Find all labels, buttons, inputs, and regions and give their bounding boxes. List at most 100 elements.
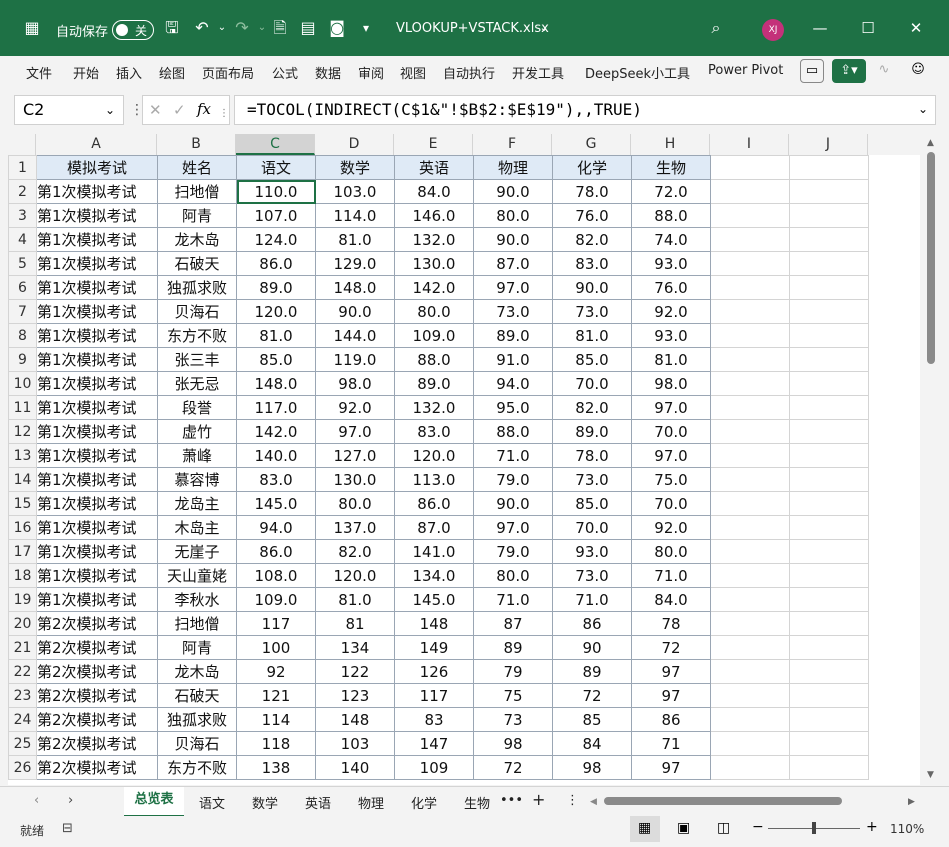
data-cell[interactable]: 第2次模拟考试 xyxy=(36,731,158,756)
data-cell[interactable]: 81.0 xyxy=(552,323,632,348)
data-cell[interactable]: 龙木岛 xyxy=(157,227,237,252)
scroll-down-icon[interactable]: ▼ xyxy=(927,770,934,780)
data-cell[interactable]: 89 xyxy=(473,635,553,660)
row-header[interactable]: 9 xyxy=(8,347,37,372)
data-cell[interactable]: 扫地僧 xyxy=(157,611,237,636)
data-cell[interactable]: 109 xyxy=(394,755,474,780)
empty-cell[interactable] xyxy=(710,539,790,564)
undo-dropdown-icon[interactable]: ⌄ xyxy=(212,18,232,38)
name-box-chevron-icon[interactable]: ⌄ xyxy=(105,96,115,124)
data-cell[interactable]: 第1次模拟考试 xyxy=(36,539,158,564)
data-cell[interactable]: 98.0 xyxy=(315,371,395,396)
data-cell[interactable]: 76.0 xyxy=(631,275,711,300)
insert-function-button[interactable]: fx xyxy=(197,100,211,118)
data-cell[interactable]: 90.0 xyxy=(552,275,632,300)
data-cell[interactable]: 第1次模拟考试 xyxy=(36,371,158,396)
data-cell[interactable]: 第1次模拟考试 xyxy=(36,491,158,516)
data-cell[interactable]: 第1次模拟考试 xyxy=(36,323,158,348)
data-cell[interactable]: 97.0 xyxy=(315,419,395,444)
data-cell[interactable]: 扫地僧 xyxy=(157,179,237,204)
empty-cell[interactable] xyxy=(789,491,869,516)
empty-cell[interactable] xyxy=(789,299,869,324)
data-cell[interactable]: 84.0 xyxy=(394,179,474,204)
data-cell[interactable]: 79.0 xyxy=(473,467,553,492)
data-cell[interactable]: 第1次模拟考试 xyxy=(36,419,158,444)
data-cell[interactable]: 92.0 xyxy=(631,299,711,324)
menu-file[interactable]: 文件 xyxy=(26,63,52,82)
data-cell[interactable]: 114 xyxy=(236,707,316,732)
zoom-slider-thumb[interactable] xyxy=(812,822,816,834)
cancel-icon[interactable]: ✕ xyxy=(149,101,162,119)
data-cell[interactable]: 117.0 xyxy=(236,395,316,420)
data-cell[interactable]: 108.0 xyxy=(236,563,316,588)
data-cell[interactable]: 第1次模拟考试 xyxy=(36,275,158,300)
data-cell[interactable]: 83.0 xyxy=(236,467,316,492)
header-cell[interactable]: 姓名 xyxy=(157,155,237,180)
menu-draw[interactable]: 绘图 xyxy=(159,63,185,82)
data-cell[interactable]: 89 xyxy=(552,659,632,684)
empty-cell[interactable] xyxy=(710,467,790,492)
data-cell[interactable]: 第1次模拟考试 xyxy=(36,203,158,228)
data-cell[interactable]: 145.0 xyxy=(394,587,474,612)
column-header-i[interactable]: I xyxy=(710,134,789,155)
data-cell[interactable]: 98 xyxy=(552,755,632,780)
data-cell[interactable]: 80.0 xyxy=(473,203,553,228)
empty-cell[interactable] xyxy=(789,179,869,204)
sheet-tab-english[interactable]: 英语 xyxy=(305,793,331,812)
data-cell[interactable]: 79 xyxy=(473,659,553,684)
row-header[interactable]: 8 xyxy=(8,323,37,348)
data-cell[interactable]: 97.0 xyxy=(631,443,711,468)
empty-cell[interactable] xyxy=(710,491,790,516)
empty-cell[interactable] xyxy=(789,515,869,540)
data-cell[interactable]: 110.0 xyxy=(236,179,316,204)
empty-cell[interactable] xyxy=(710,683,790,708)
row-header[interactable]: 24 xyxy=(8,707,37,732)
data-cell[interactable]: 无崖子 xyxy=(157,539,237,564)
empty-cell[interactable] xyxy=(710,395,790,420)
empty-cell[interactable] xyxy=(710,275,790,300)
empty-cell[interactable] xyxy=(789,587,869,612)
data-cell[interactable]: 83 xyxy=(394,707,474,732)
data-cell[interactable]: 虚竹 xyxy=(157,419,237,444)
data-cell[interactable]: 82.0 xyxy=(552,227,632,252)
menu-developer[interactable]: 开发工具 xyxy=(512,63,564,82)
data-cell[interactable]: 86.0 xyxy=(236,251,316,276)
column-header-g[interactable]: G xyxy=(552,134,631,155)
data-cell[interactable]: 88.0 xyxy=(394,347,474,372)
data-cell[interactable]: 70.0 xyxy=(552,515,632,540)
row-header[interactable]: 1 xyxy=(8,155,37,180)
data-cell[interactable]: 73.0 xyxy=(473,299,553,324)
data-cell[interactable]: 龙岛主 xyxy=(157,491,237,516)
empty-cell[interactable] xyxy=(789,371,869,396)
data-cell[interactable]: 87.0 xyxy=(394,515,474,540)
data-cell[interactable]: 第2次模拟考试 xyxy=(36,611,158,636)
data-cell[interactable]: 86 xyxy=(631,707,711,732)
data-cell[interactable]: 117 xyxy=(236,611,316,636)
data-cell[interactable]: 119.0 xyxy=(315,347,395,372)
data-cell[interactable]: 78.0 xyxy=(552,443,632,468)
data-cell[interactable]: 92.0 xyxy=(315,395,395,420)
data-cell[interactable]: 第2次模拟考试 xyxy=(36,635,158,660)
empty-cell[interactable] xyxy=(789,419,869,444)
data-cell[interactable]: 贝海石 xyxy=(157,731,237,756)
zoom-out-icon[interactable]: − xyxy=(752,819,764,835)
data-cell[interactable]: 87.0 xyxy=(473,251,553,276)
data-cell[interactable]: 138 xyxy=(236,755,316,780)
empty-cell[interactable] xyxy=(789,755,869,780)
menu-deepseek[interactable]: DeepSeek小工具 xyxy=(585,63,690,82)
data-cell[interactable]: 113.0 xyxy=(394,467,474,492)
search-icon[interactable]: ⌕ xyxy=(706,18,726,38)
sheet-tab-biology[interactable]: 生物 xyxy=(464,793,490,812)
data-cell[interactable]: 137.0 xyxy=(315,515,395,540)
worksheet-grid[interactable]: 1 模拟考试 姓名 语文 数学 英语 物理 化学 生物 2 第1次模拟考试 扫地僧 110.0 103.0… xyxy=(8,155,920,785)
data-cell[interactable]: 149 xyxy=(394,635,474,660)
data-cell[interactable]: 90.0 xyxy=(473,491,553,516)
empty-cell[interactable] xyxy=(789,539,869,564)
data-cell[interactable]: 100 xyxy=(236,635,316,660)
data-cell[interactable]: 72 xyxy=(552,683,632,708)
data-cell[interactable]: 89.0 xyxy=(552,419,632,444)
data-cell[interactable]: 80.0 xyxy=(631,539,711,564)
data-cell[interactable]: 80.0 xyxy=(394,299,474,324)
data-cell[interactable]: 72.0 xyxy=(631,179,711,204)
empty-cell[interactable] xyxy=(789,683,869,708)
